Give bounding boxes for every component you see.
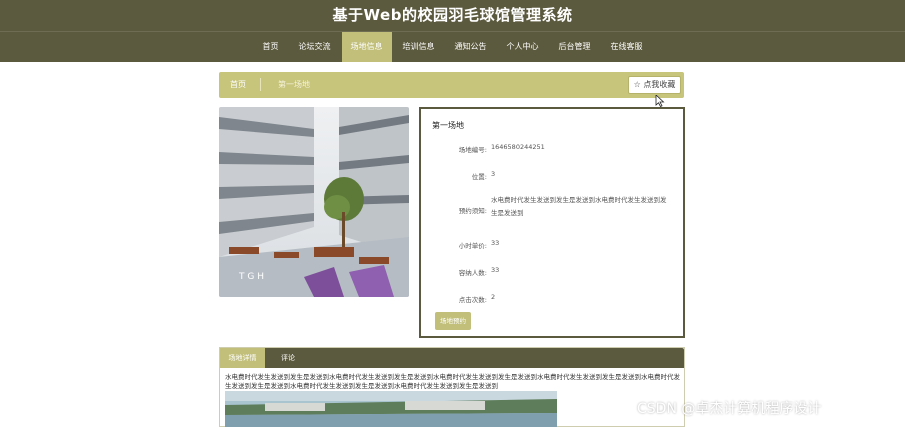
- site-header: 基于Web的校园羽毛球馆管理系统 首页 论坛交流 场地信息 培训信息 通知公告 个人中心后…: [0, 0, 905, 62]
- watermark: CSDN @卓杰计算机程序设计: [637, 401, 822, 417]
- tab-venue-details[interactable]: 场地详情: [220, 348, 265, 368]
- description-image: [225, 391, 557, 427]
- breadcrumb-home-link[interactable]: 首页: [230, 79, 246, 90]
- hourly-price-label: 小时单价:: [458, 242, 487, 250]
- breadcrumb: 首页 第一场地 ☆ 点我收藏: [219, 72, 684, 98]
- click-count-label: 点击次数:: [458, 296, 487, 304]
- book-venue-button[interactable]: 场地预约: [435, 312, 471, 330]
- venue-number-label: 场地编号:: [458, 146, 487, 154]
- booking-notes-value: 水电费时代发生发送到发生是发送到水电费时代发生发送到发生是发送到: [491, 196, 667, 217]
- capacity-label: 容纳人数:: [458, 269, 487, 277]
- tabs-bar: 场地详情 评论: [220, 348, 684, 368]
- nav-item-notices[interactable]: 通知公告: [446, 32, 496, 62]
- location-label: 位置:: [471, 173, 487, 181]
- breadcrumb-current: 第一场地: [278, 80, 310, 89]
- mouse-cursor-icon: [655, 95, 665, 107]
- booking-notes-label: 预约须知:: [458, 207, 487, 215]
- detail-tabs: 场地详情 评论 水电费时代发生发送到发生是发送到水电费时代发生发送到发生是发送到…: [219, 347, 685, 427]
- location-value: 3: [491, 170, 496, 178]
- breadcrumb-divider: [260, 78, 261, 91]
- venue-number-value: 1646580244251: [491, 143, 545, 151]
- venue-description: 水电费时代发生发送到发生是发送到水电费时代发生发送到发生是发送到水电费时代发生发…: [225, 373, 680, 390]
- favorite-button[interactable]: ☆ 点我收藏: [628, 76, 681, 94]
- click-count-value: 2: [491, 293, 496, 301]
- hourly-price-value: 33: [491, 239, 500, 247]
- capacity-value: 33: [491, 266, 500, 274]
- nav-item-home[interactable]: 首页: [254, 32, 288, 62]
- nav-item-admin[interactable]: 后台管理: [550, 32, 600, 62]
- venue-photo: T G H: [219, 107, 409, 297]
- venue-detail-panel: 第一场地 场地编号: 1646580244251 位置: 3 预约须知: 水电费…: [419, 107, 685, 338]
- main-nav: 首页 论坛交流 场地信息 培训信息 通知公告 个人中心 后台管理 在线客服: [0, 31, 905, 62]
- nav-item-venue-info[interactable]: 场地信息: [341, 32, 392, 62]
- nav-item-forum[interactable]: 论坛交流: [290, 32, 340, 62]
- nav-item-personal-center[interactable]: 个人中心: [498, 32, 548, 62]
- nav-item-online-service[interactable]: 在线客服: [602, 32, 652, 62]
- nav-item-training[interactable]: 培训信息: [394, 32, 444, 62]
- tab-comments[interactable]: 评论: [278, 348, 298, 368]
- svg-text:T G H: T G H: [238, 272, 264, 282]
- venue-title: 第一场地: [432, 121, 464, 130]
- site-title: 基于Web的校园羽毛球馆管理系统: [332, 6, 573, 24]
